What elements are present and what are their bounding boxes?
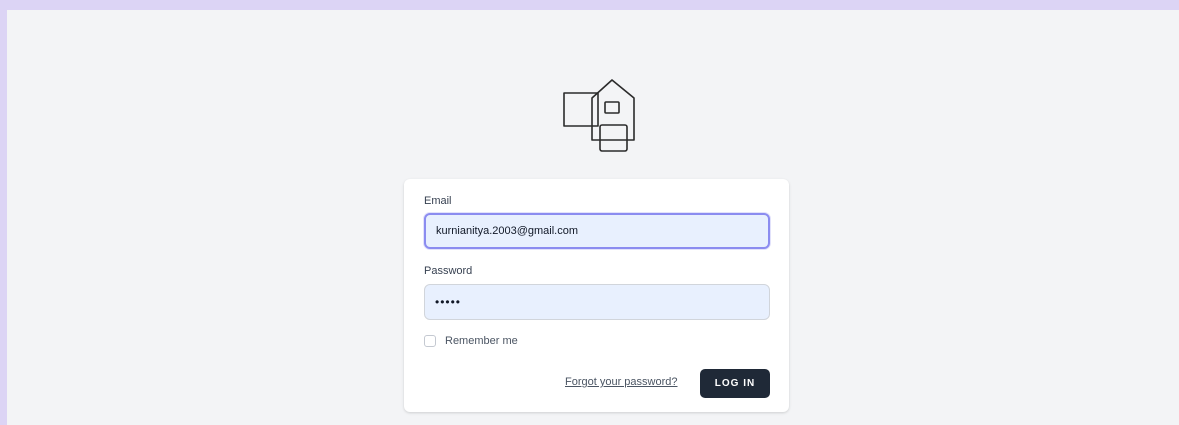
remember-me-checkbox[interactable] xyxy=(424,335,436,347)
email-input[interactable] xyxy=(424,213,770,249)
page-background: Email Password Remember me Forgot your p… xyxy=(7,10,1179,425)
login-button[interactable]: LOG IN xyxy=(700,369,770,398)
remember-me-label[interactable]: Remember me xyxy=(445,335,518,347)
password-label: Password xyxy=(424,265,473,277)
house-logo-icon xyxy=(563,79,635,152)
remember-me-row[interactable]: Remember me xyxy=(424,335,518,347)
password-input[interactable] xyxy=(424,284,770,320)
email-label: Email xyxy=(424,195,452,207)
forgot-password-link[interactable]: Forgot your password? xyxy=(565,376,678,388)
login-card: Email Password Remember me Forgot your p… xyxy=(404,179,789,412)
